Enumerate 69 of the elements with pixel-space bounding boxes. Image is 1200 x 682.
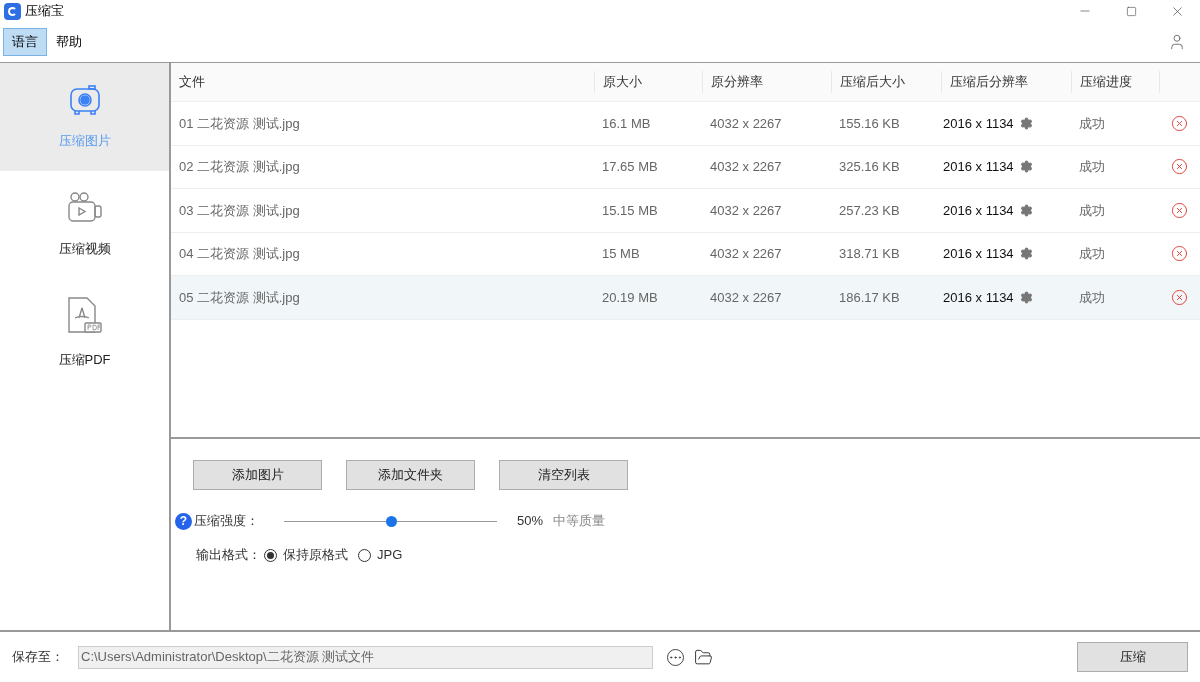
compressed-resolution-cell-text: 2016 x 1134 xyxy=(943,288,1014,307)
progress-cell-text: 成功 xyxy=(1078,158,1106,176)
delete-icon[interactable] xyxy=(1171,245,1188,263)
compressed-resolution-cell-text: 2016 x 1134 xyxy=(943,201,1014,220)
action-button[interactable]: 添加图片 xyxy=(193,460,322,490)
original-resolution-cell-text: 4032 x 2267 xyxy=(709,245,783,263)
menu-item[interactable]: 语言 xyxy=(3,28,47,56)
menu-item[interactable]: 帮助 xyxy=(47,28,91,56)
column-header: 原大小 xyxy=(603,73,642,92)
delete-icon[interactable] xyxy=(1171,158,1188,176)
column-header: 压缩后大小 xyxy=(840,73,905,92)
progress-cell-text: 成功 xyxy=(1078,245,1106,263)
settings-icon[interactable] xyxy=(1019,290,1033,304)
format-radio[interactable]: 保持原格式 xyxy=(264,545,348,565)
delete-icon[interactable] xyxy=(1171,288,1188,306)
save-to-label: 保存至： xyxy=(12,648,65,667)
user-icon[interactable] xyxy=(1168,33,1186,51)
compress-button[interactable]: 压缩 xyxy=(1077,642,1188,672)
action-button[interactable]: 清空列表 xyxy=(499,460,628,490)
delete-icon[interactable] xyxy=(1171,114,1188,132)
camera-icon xyxy=(67,83,102,118)
column-header: 原分辨率 xyxy=(711,73,763,92)
compressed-resolution-cell-text: 2016 x 1134 xyxy=(943,245,1014,263)
compression-reading: 50% xyxy=(517,512,544,531)
file-name-cell-text: 02 二花资源 测试.jpg xyxy=(178,158,301,176)
compressed-size-cell-text: 155.16 KB xyxy=(838,114,901,133)
quality-label: 中等质量 xyxy=(553,512,606,531)
format-radio[interactable]: JPG xyxy=(358,545,403,565)
file-name-cell-text: 04 二花资源 测试.jpg xyxy=(178,245,301,263)
action-button[interactable]: 添加文件夹 xyxy=(346,460,475,490)
compressed-resolution-cell-text: 2016 x 1134 xyxy=(943,158,1014,176)
original-size-cell-text: 16.1 MB xyxy=(601,114,652,133)
original-resolution-cell-text: 4032 x 2267 xyxy=(709,201,783,220)
settings-icon[interactable] xyxy=(1019,203,1033,217)
original-size-cell-text: 15 MB xyxy=(601,245,641,263)
progress-cell-text: 成功 xyxy=(1078,114,1106,133)
output-format-label: 输出格式： xyxy=(196,546,262,565)
original-resolution-cell-text: 4032 x 2267 xyxy=(709,158,783,176)
file-name-cell-text: 01 二花资源 测试.jpg xyxy=(178,114,301,133)
column-header: 文件 xyxy=(179,73,205,92)
original-resolution-cell-text: 4032 x 2267 xyxy=(709,288,783,307)
compression-slider[interactable] xyxy=(284,514,497,528)
table-row[interactable]: 05 二花资源 测试.jpg 20.19 MB 4032 x 2267 186.17 KB 2016 x 1134 成功 xyxy=(171,276,1200,320)
column-header: 压缩后分辨率 xyxy=(950,73,1028,92)
original-size-cell-text: 20.19 MB xyxy=(601,288,659,307)
progress-cell-text: 成功 xyxy=(1078,201,1106,220)
file-name-cell-text: 03 二花资源 测试.jpg xyxy=(178,201,301,220)
slider-thumb[interactable] xyxy=(385,515,397,527)
settings-icon[interactable] xyxy=(1019,116,1033,130)
original-size-cell-text: 15.15 MB xyxy=(601,201,659,220)
compressed-size-cell-text: 325.16 KB xyxy=(838,158,901,176)
settings-icon[interactable] xyxy=(1019,160,1033,174)
compressed-size-cell-text: 318.71 KB xyxy=(838,245,901,263)
delete-icon[interactable] xyxy=(1171,201,1188,219)
file-name-cell-text: 05 二花资源 测试.jpg xyxy=(178,288,301,307)
window-title: 压缩宝 xyxy=(25,2,64,21)
compressed-resolution-cell-text: 2016 x 1134 xyxy=(943,114,1014,133)
settings-icon[interactable] xyxy=(1019,247,1033,261)
original-size-cell-text: 17.65 MB xyxy=(601,158,659,176)
folder-icon[interactable] xyxy=(694,647,713,667)
column-header: 压缩进度 xyxy=(1080,73,1132,92)
progress-cell-text: 成功 xyxy=(1078,288,1106,307)
compression-label: 压缩强度： xyxy=(194,512,260,531)
compressed-size-cell-text: 257.23 KB xyxy=(838,201,901,220)
help-icon[interactable]: ? xyxy=(175,512,192,530)
maximize-icon[interactable] xyxy=(1125,5,1137,17)
save-path-field[interactable]: C:\Users\Administrator\Desktop\二花资源 测试文件 xyxy=(78,645,653,669)
compressed-size-cell-text: 186.17 KB xyxy=(838,288,901,307)
original-resolution-cell-text: 4032 x 2267 xyxy=(709,114,783,133)
